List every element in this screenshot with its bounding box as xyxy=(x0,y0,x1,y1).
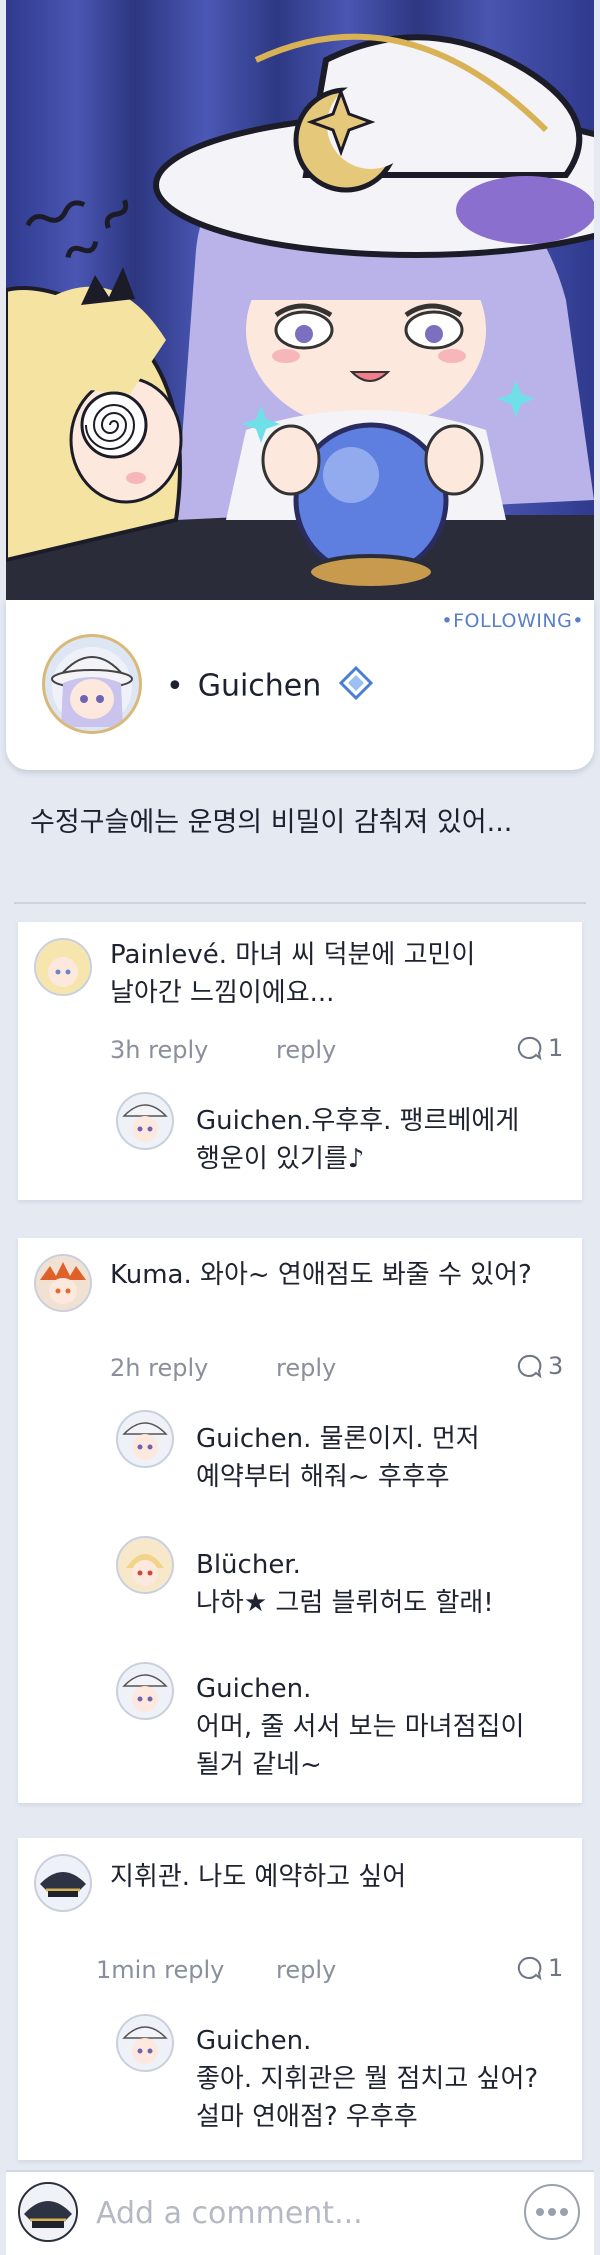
reply-body: Guichen. 어머, 줄 서서 보는 마녀점집이 될거 같네~ xyxy=(196,1670,586,1784)
reply-name: Blücher. xyxy=(196,1550,301,1580)
comment-time[interactable]: 1min reply xyxy=(96,1956,224,1984)
reply-avatar[interactable] xyxy=(116,1662,174,1720)
my-avatar[interactable] xyxy=(18,2182,78,2242)
illustration-art xyxy=(6,33,594,600)
verified-icon xyxy=(338,665,373,708)
author-name[interactable]: • Guichen xyxy=(166,665,373,708)
chat-bubble-button[interactable] xyxy=(524,2184,580,2240)
commenter-avatar[interactable] xyxy=(34,1854,92,1912)
commenter-avatar[interactable] xyxy=(34,1254,92,1312)
reply-body: Guichen.우후후. 팽르베에게 행운이 있기를♪ xyxy=(196,1102,576,1178)
reply-count-value: 1 xyxy=(548,1954,564,1982)
comment-time[interactable]: 3h reply xyxy=(110,1036,208,1064)
reply-body: Guichen. 좋아. 지휘관은 뭘 점치고 싶어? 설마 연애점? 우후후 xyxy=(196,2022,586,2136)
reply-avatar[interactable] xyxy=(116,1092,174,1150)
reply-text: 어머, 줄 서서 보는 마녀점집이 될거 같네~ xyxy=(196,1712,525,1780)
reply-button[interactable]: reply xyxy=(276,1354,336,1382)
post-divider xyxy=(14,902,586,904)
reply-button[interactable]: reply xyxy=(276,1956,336,1984)
post-header-card: •FOLLOWING• • Guichen xyxy=(6,600,594,770)
reply-count[interactable]: 1 xyxy=(516,1954,563,1982)
more-dots-icon xyxy=(536,2208,568,2216)
bullet-dot: • xyxy=(166,668,184,704)
app-screen: •FOLLOWING• • Guichen 수정구슬에는 운명의 비밀이 감춰져… xyxy=(0,0,600,2255)
commenter-avatar[interactable] xyxy=(34,938,92,996)
reply-count-value: 3 xyxy=(548,1352,564,1380)
speech-bubble-icon xyxy=(517,1036,542,1061)
reply-body: Blücher. 나하★ 그럼 블뤼허도 할래! xyxy=(196,1546,576,1622)
reply-name: Guichen. xyxy=(196,2026,312,2056)
reply-name: Guichen. xyxy=(196,1674,312,1704)
speech-bubble-icon xyxy=(517,1354,542,1379)
reply-text: 좋아. 지휘관은 뭘 점치고 싶어? 설마 연애점? 우후후 xyxy=(196,2064,539,2132)
reply-count-value: 1 xyxy=(548,1034,564,1062)
comment-text: 나도 예약하고 싶어 xyxy=(198,1862,407,1892)
post-illustration xyxy=(6,0,594,600)
author-name-text: Guichen xyxy=(197,668,322,704)
commenter-name: Kuma. xyxy=(110,1260,192,1290)
comment-composer xyxy=(6,2170,594,2255)
reply-avatar[interactable] xyxy=(116,1410,174,1468)
reply-name: Guichen. xyxy=(196,1424,312,1454)
comment-body: Painlevé. 마녀 씨 덕분에 고민이 날아간 느낌이에요... xyxy=(110,936,570,1012)
reply-name: Guichen. xyxy=(196,1106,312,1136)
comment-input[interactable] xyxy=(94,2186,518,2240)
reply-button[interactable]: reply xyxy=(276,1036,336,1064)
comment-thread: Painlevé. 마녀 씨 덕분에 고민이 날아간 느낌이에요... 3h r… xyxy=(18,922,582,1200)
comment-thread: 지휘관. 나도 예약하고 싶어 1min reply reply 1 Guich… xyxy=(18,1838,582,2160)
reply-text: 나하★ 그럼 블뤼허도 할래! xyxy=(196,1588,494,1618)
comment-text: 와아~ 연애점도 봐줄 수 있어? xyxy=(200,1260,532,1290)
reply-avatar[interactable] xyxy=(116,2014,174,2072)
speech-bubble-icon xyxy=(517,1956,542,1981)
reply-body: Guichen. 물론이지. 먼저 예약부터 해줘~ 후후후 xyxy=(196,1420,576,1496)
reply-avatar[interactable] xyxy=(116,1536,174,1594)
comment-body: Kuma. 와아~ 연애점도 봐줄 수 있어? xyxy=(110,1256,580,1294)
comment-thread: Kuma. 와아~ 연애점도 봐줄 수 있어? 2h reply reply 3… xyxy=(18,1238,582,1803)
commenter-name: Painlevé. xyxy=(110,940,228,970)
commenter-name: 지휘관. xyxy=(110,1862,191,1892)
following-badge[interactable]: •FOLLOWING• xyxy=(441,610,584,632)
reply-count[interactable]: 3 xyxy=(516,1352,563,1380)
comment-body: 지휘관. 나도 예약하고 싶어 xyxy=(110,1858,580,1896)
reply-count[interactable]: 1 xyxy=(516,1034,563,1062)
post-text: 수정구슬에는 운명의 비밀이 감춰져 있어... xyxy=(30,807,513,838)
comment-time[interactable]: 2h reply xyxy=(110,1354,208,1382)
author-avatar[interactable] xyxy=(42,634,142,734)
